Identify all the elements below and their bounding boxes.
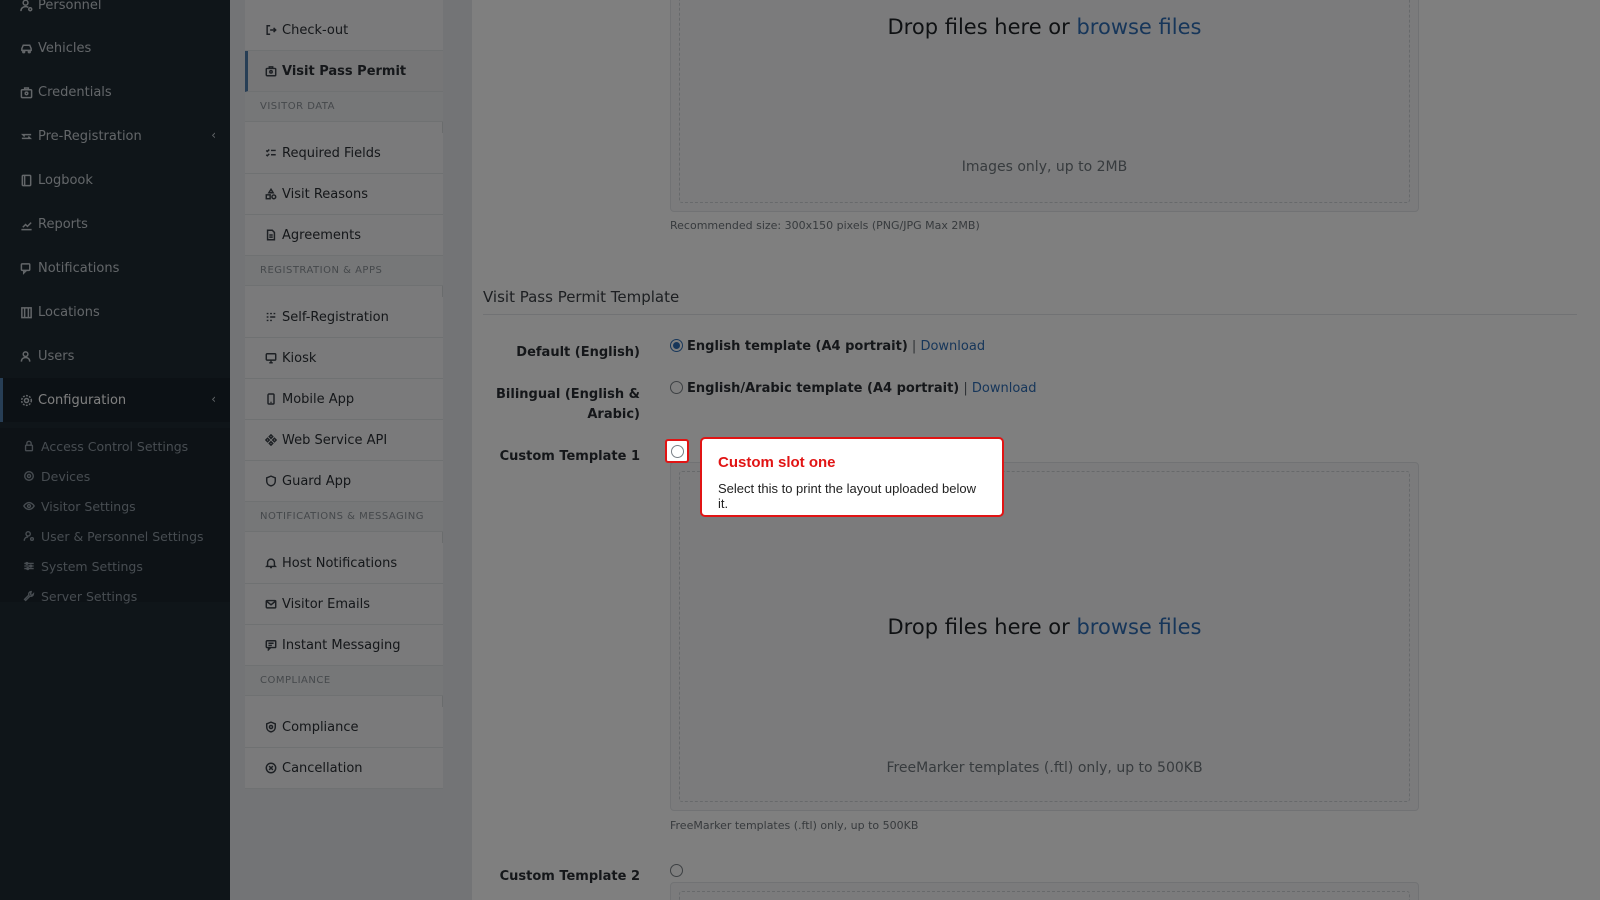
- tooltip-title: Custom slot one: [718, 454, 836, 471]
- highlighted-radio-custom-template-1[interactable]: [665, 439, 689, 463]
- tour-tooltip: Custom slot one Select this to print the…: [700, 437, 1004, 517]
- tooltip-body: Select this to print the layout uploaded…: [718, 481, 977, 511]
- radio-custom-template-1[interactable]: [671, 445, 684, 458]
